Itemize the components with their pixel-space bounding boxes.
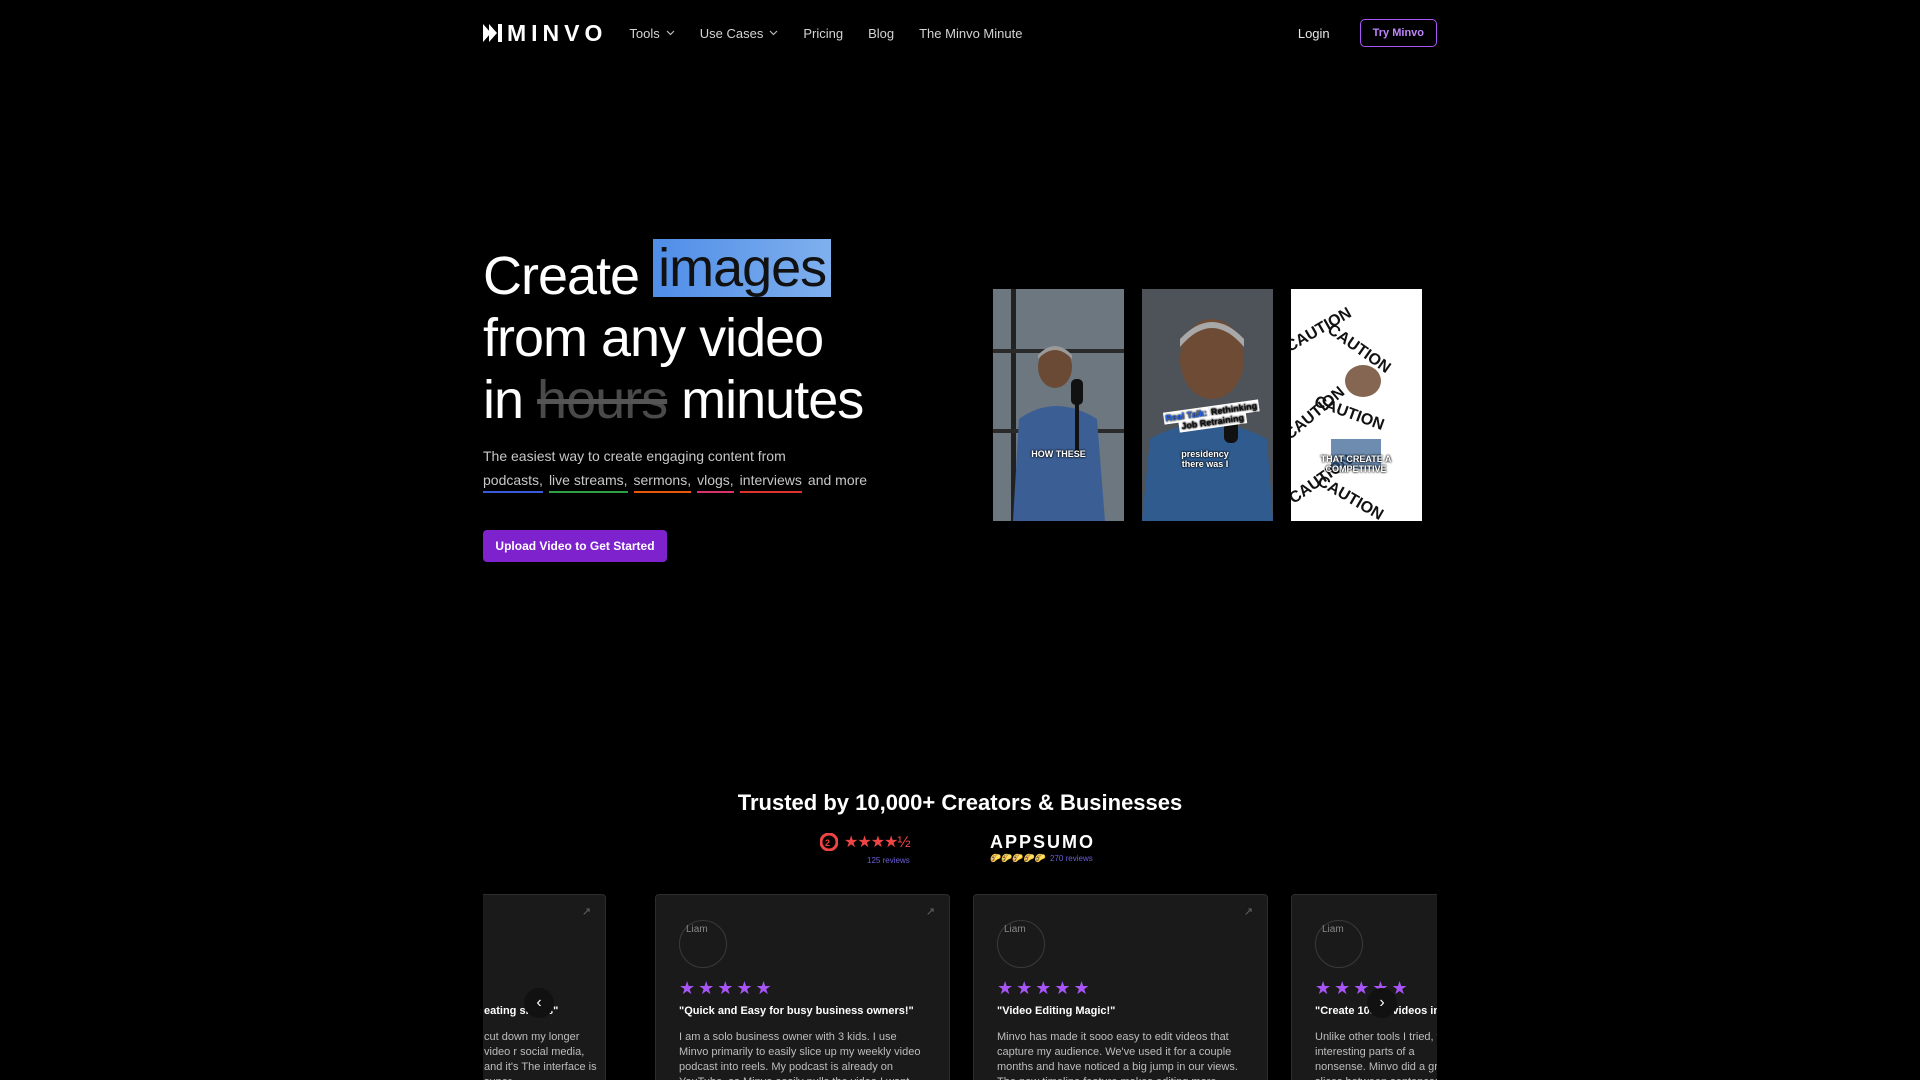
carousel-next-button[interactable]: › [1367, 988, 1397, 1018]
review-body: Unlike other tools I tried, the interest… [1315, 1031, 1437, 1080]
tag-podcasts[interactable]: podcasts, [483, 472, 543, 493]
nav-links: Tools Use Cases Pricing Blog The Minvo M… [629, 26, 1047, 41]
thumbnail-1-caption: HOW THESE [1031, 449, 1086, 459]
hero-line-2: from any video [483, 308, 824, 368]
hero-word-in: in [483, 370, 524, 430]
nav-tools[interactable]: Tools [629, 25, 675, 41]
hero-highlight-word: images [653, 239, 832, 297]
avatar: Liam [997, 920, 1045, 968]
review-stars: ★★★★★ [1315, 978, 1411, 998]
svg-text:2: 2 [825, 838, 830, 848]
appsumo-row: 🌮🌮🌮🌮🌮 270 reviews [990, 853, 1095, 864]
review-card[interactable]: ↗ Liam ★★★★★ "Video Editing Magic!" Minv… [973, 894, 1268, 1080]
nav-use-cases-label: Use Cases [699, 25, 764, 41]
hero-line-3: in hours minutes [483, 369, 864, 431]
review-body: cut down my longer video r social media,… [484, 1031, 597, 1080]
hero-word-create: Create [483, 246, 640, 306]
nav-use-cases[interactable]: Use Cases [700, 26, 779, 41]
nav-minvo-minute[interactable]: The Minvo Minute [919, 26, 1022, 41]
top-nav: MINVO Tools Use Cases Pricing Blog The M… [483, 18, 1437, 48]
tag-sermons[interactable]: sermons, [633, 472, 692, 493]
external-link-icon[interactable]: ↗ [582, 905, 591, 918]
logo[interactable]: MINVO [483, 18, 607, 48]
nav-blog[interactable]: Blog [868, 26, 894, 41]
trusted-heading: Trusted by 10,000+ Creators & Businesses [737, 790, 1183, 815]
external-link-icon[interactable]: ↗ [926, 905, 935, 918]
review-card[interactable]: ↗ eating shorts" cut down my longer vide… [483, 894, 606, 1080]
hero-line-1: Create images [483, 239, 863, 307]
landing-page: MINVO Tools Use Cases Pricing Blog The M… [0, 0, 1920, 1080]
minvo-logo-icon [483, 24, 502, 42]
example-thumbnail-3: CAUTION CAUTION CAUTION CAUTION CAUTION … [1291, 289, 1422, 521]
upload-video-button[interactable]: Upload Video to Get Started [483, 530, 667, 562]
hero-title: Create images from any video in hours mi… [483, 239, 864, 431]
hero-word-minutes: minutes [681, 370, 864, 430]
g2-review-count: 125 reviews [867, 856, 910, 865]
thumbnail-3-caption: THAT CREATE A COMPETITIVE [1320, 454, 1392, 474]
g2-rating-row: 2 ★★★★½ [820, 832, 911, 852]
taco-rating-icons: 🌮🌮🌮🌮🌮 [990, 853, 1047, 863]
appsumo-review-count: 270 reviews [1050, 854, 1093, 863]
tag-live-streams[interactable]: live streams, [548, 472, 628, 493]
avatar: Liam [1315, 920, 1363, 968]
try-minvo-button[interactable]: Try Minvo [1359, 19, 1437, 47]
avatar: Liam [679, 920, 727, 968]
nav-right: Login Try Minvo [1298, 19, 1437, 47]
logo-text: MINVO [507, 19, 608, 46]
review-body: I am a solo business owner with 3 kids. … [679, 1031, 921, 1080]
hero-subtitle: The easiest way to create engaging conte… [483, 448, 786, 464]
review-body: Minvo has made it sooo easy to edit vide… [997, 1031, 1238, 1080]
g2-stars: ★★★★½ [844, 834, 911, 851]
carousel-prev-button[interactable]: ‹ [524, 988, 554, 1018]
review-title: "Video Editing Magic!" [997, 1005, 1116, 1017]
external-link-icon[interactable]: ↗ [1244, 905, 1253, 918]
example-thumbnail-2: Real Talk: Rethinking Job Retraining pres… [1142, 289, 1273, 521]
review-title: "Quick and Easy for busy business owners… [679, 1005, 914, 1017]
thumbnail-2-caption: presidency there was I [1181, 449, 1229, 469]
example-thumbnail-1: HOW THESE [993, 289, 1124, 521]
hero-strike-word: hours [537, 370, 668, 430]
g2-logo-icon: 2 [820, 833, 838, 851]
login-link[interactable]: Login [1298, 26, 1330, 41]
g2-rating[interactable]: 2 ★★★★½ 125 reviews [820, 832, 911, 865]
chevron-down-icon [666, 30, 675, 36]
chevron-down-icon [769, 30, 778, 36]
tag-interviews[interactable]: interviews [739, 472, 802, 493]
thumbnail-1-image [993, 289, 1124, 521]
nav-pricing[interactable]: Pricing [803, 26, 843, 41]
tags-suffix: and more [807, 472, 868, 488]
review-card[interactable]: Liam ★★★★★ "Create 10s of videos in Unli… [1291, 894, 1437, 1080]
review-card[interactable]: ↗ Liam ★★★★★ "Quick and Easy for busy bu… [655, 894, 950, 1080]
tag-vlogs[interactable]: vlogs, [697, 472, 734, 493]
reviews-carousel: ↗ eating shorts" cut down my longer vide… [483, 894, 1437, 1080]
appsumo-rating[interactable]: APPSUMO 🌮🌮🌮🌮🌮 270 reviews [990, 832, 1095, 864]
thumbnail-3-image: CAUTION CAUTION CAUTION CAUTION CAUTION … [1291, 289, 1422, 521]
review-stars: ★★★★★ [997, 978, 1093, 998]
content-type-tags: podcasts, live streams, sermons, vlogs, … [483, 472, 867, 493]
appsumo-logo: APPSUMO [990, 832, 1096, 852]
nav-tools-label: Tools [629, 25, 660, 41]
review-stars: ★★★★★ [679, 978, 775, 998]
